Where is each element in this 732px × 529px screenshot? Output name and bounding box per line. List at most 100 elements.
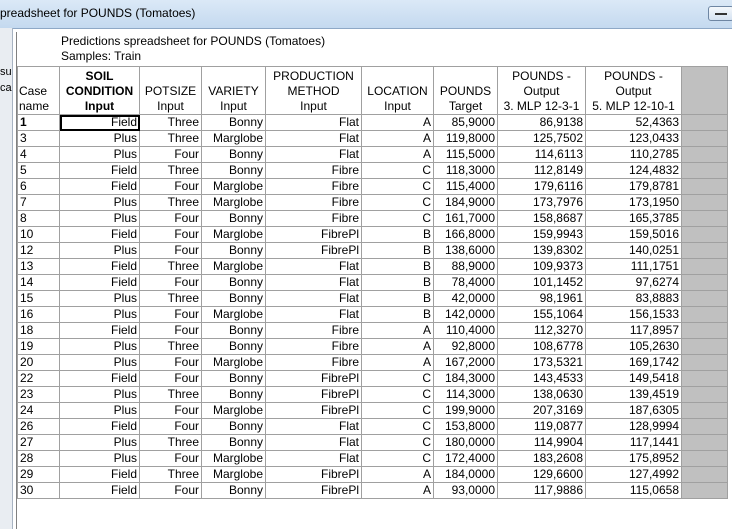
data-cell[interactable]: Fibre xyxy=(265,338,362,355)
data-cell[interactable]: Plus xyxy=(59,290,140,307)
data-cell[interactable]: C xyxy=(361,178,434,195)
data-cell[interactable]: A xyxy=(361,354,434,371)
data-cell[interactable]: 184,0000 xyxy=(433,466,498,483)
case-name-cell[interactable]: 28 xyxy=(17,450,60,467)
data-cell[interactable]: 128,9994 xyxy=(585,418,682,435)
data-cell[interactable]: 125,7502 xyxy=(497,130,586,147)
data-cell[interactable]: Marglobe xyxy=(201,354,266,371)
data-cell[interactable]: FibrePl xyxy=(265,402,362,419)
table-row[interactable]: 12 Plus Four Bonny FibrePl B 138,6000 139,8302 1… xyxy=(17,242,728,259)
data-cell[interactable]: Bonny xyxy=(201,322,266,339)
data-cell[interactable]: 173,7976 xyxy=(497,194,586,211)
data-cell[interactable]: Fibre xyxy=(265,162,362,179)
data-cell[interactable]: B xyxy=(361,274,434,291)
data-cell[interactable]: Flat xyxy=(265,146,362,163)
data-cell[interactable]: Flat xyxy=(265,306,362,323)
table-row[interactable]: 16 Plus Four Marglobe Flat B 142,0000 155,1064 1… xyxy=(17,306,728,323)
table-row[interactable]: 27 Plus Three Bonny Flat C 180,0000 114,9904 117… xyxy=(17,434,728,451)
data-cell[interactable]: 142,0000 xyxy=(433,306,498,323)
data-cell[interactable]: Flat xyxy=(265,258,362,275)
case-name-cell[interactable]: 4 xyxy=(17,146,60,163)
data-cell[interactable]: Four xyxy=(139,306,202,323)
data-cell[interactable]: Plus xyxy=(59,434,140,451)
data-cell[interactable]: Plus xyxy=(59,242,140,259)
data-cell[interactable]: B xyxy=(361,226,434,243)
data-cell[interactable]: Marglobe xyxy=(201,194,266,211)
data-cell[interactable]: Plus xyxy=(59,210,140,227)
data-cell[interactable]: A xyxy=(361,322,434,339)
data-cell[interactable]: Marglobe xyxy=(201,258,266,275)
data-cell[interactable]: 115,5000 xyxy=(433,146,498,163)
data-cell[interactable]: 173,5321 xyxy=(497,354,586,371)
data-cell[interactable]: C xyxy=(361,370,434,387)
data-cell[interactable]: 119,0877 xyxy=(497,418,586,435)
data-cell[interactable]: 42,0000 xyxy=(433,290,498,307)
data-cell[interactable]: A xyxy=(361,482,434,499)
data-cell[interactable]: Flat xyxy=(265,418,362,435)
data-cell[interactable]: 110,4000 xyxy=(433,322,498,339)
data-cell[interactable]: Four xyxy=(139,242,202,259)
data-cell[interactable]: 156,1533 xyxy=(585,306,682,323)
case-name-cell[interactable]: 23 xyxy=(17,386,60,403)
data-cell[interactable]: 118,3000 xyxy=(433,162,498,179)
data-cell[interactable]: Plus xyxy=(59,354,140,371)
case-name-cell[interactable]: 5 xyxy=(17,162,60,179)
data-cell[interactable]: 52,4363 xyxy=(585,114,682,131)
data-cell[interactable]: B xyxy=(361,258,434,275)
data-cell[interactable]: C xyxy=(361,418,434,435)
data-cell[interactable]: 88,9000 xyxy=(433,258,498,275)
data-cell[interactable]: 119,8000 xyxy=(433,130,498,147)
data-cell[interactable]: Four xyxy=(139,418,202,435)
column-header[interactable]: POUNDS Target xyxy=(433,66,498,115)
data-cell[interactable]: 139,8302 xyxy=(497,242,586,259)
table-row[interactable]: 5 Field Three Bonny Fibre C 118,3000 112,8149 12… xyxy=(17,162,728,179)
data-cell[interactable]: 183,2608 xyxy=(497,450,586,467)
data-cell[interactable]: A xyxy=(361,130,434,147)
data-cell[interactable]: Flat xyxy=(265,434,362,451)
table-row[interactable]: 30 Field Four Bonny FibrePl A 93,0000 117,9886 1… xyxy=(17,482,728,499)
data-cell[interactable]: Four xyxy=(139,450,202,467)
data-cell[interactable]: Four xyxy=(139,146,202,163)
data-cell[interactable]: Marglobe xyxy=(201,306,266,323)
data-cell[interactable]: Plus xyxy=(59,386,140,403)
data-cell[interactable]: Three xyxy=(139,386,202,403)
data-cell[interactable]: Fibre xyxy=(265,210,362,227)
table-row[interactable]: 18 Field Four Bonny Fibre A 110,4000 112,3270 11… xyxy=(17,322,728,339)
data-cell[interactable]: Field xyxy=(59,482,140,499)
data-cell[interactable]: 117,9886 xyxy=(497,482,586,499)
data-cell[interactable]: A xyxy=(361,114,434,131)
table-row[interactable]: 3 Plus Three Marglobe Flat A 119,8000 125,7502 1… xyxy=(17,130,728,147)
data-cell[interactable]: FibrePl xyxy=(265,466,362,483)
predictions-table[interactable]: Case name SOIL CONDITION Input POTSIZE Input VA… xyxy=(17,66,728,499)
case-name-cell[interactable]: 3 xyxy=(17,130,60,147)
data-cell[interactable]: 123,0433 xyxy=(585,130,682,147)
column-header[interactable]: VARIETY Input xyxy=(201,66,266,115)
data-cell[interactable]: 114,9904 xyxy=(497,434,586,451)
case-name-cell[interactable]: 10 xyxy=(17,226,60,243)
data-cell[interactable]: 179,8781 xyxy=(585,178,682,195)
spreadsheet[interactable]: Predictions spreadsheet for POUNDS (Toma… xyxy=(16,32,732,529)
data-cell[interactable]: A xyxy=(361,338,434,355)
data-cell[interactable]: Field xyxy=(59,274,140,291)
data-cell[interactable]: Marglobe xyxy=(201,466,266,483)
data-cell[interactable]: Bonny xyxy=(201,210,266,227)
data-cell[interactable]: C xyxy=(361,194,434,211)
data-cell[interactable]: 111,1751 xyxy=(585,258,682,275)
data-cell[interactable]: Four xyxy=(139,402,202,419)
data-cell[interactable]: Flat xyxy=(265,450,362,467)
data-cell[interactable]: 167,2000 xyxy=(433,354,498,371)
table-row[interactable]: 13 Field Three Marglobe Flat B 88,9000 109,9373… xyxy=(17,258,728,275)
data-cell[interactable]: 169,1742 xyxy=(585,354,682,371)
data-cell[interactable]: Fibre xyxy=(265,354,362,371)
data-cell[interactable]: Fibre xyxy=(265,194,362,211)
data-cell[interactable]: 97,6274 xyxy=(585,274,682,291)
case-name-cell[interactable]: 18 xyxy=(17,322,60,339)
data-cell[interactable]: Marglobe xyxy=(201,450,266,467)
data-cell[interactable]: 108,6778 xyxy=(497,338,586,355)
data-cell[interactable]: 110,2785 xyxy=(585,146,682,163)
data-cell[interactable]: 117,1441 xyxy=(585,434,682,451)
data-cell[interactable]: Bonny xyxy=(201,162,266,179)
data-cell[interactable]: Bonny xyxy=(201,242,266,259)
table-row[interactable]: 22 Field Four Bonny FibrePl C 184,3000 143,4533… xyxy=(17,370,728,387)
data-cell[interactable]: B xyxy=(361,306,434,323)
